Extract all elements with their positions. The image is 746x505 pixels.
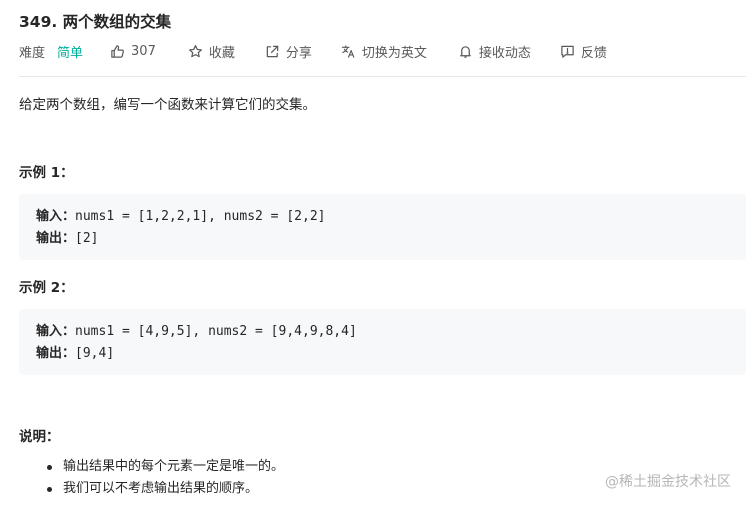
translate-icon xyxy=(341,44,355,58)
example-2-input-value: nums1 = [4,9,5], nums2 = [9,4,9,8,4] xyxy=(75,324,357,339)
share-button[interactable]: 分享 xyxy=(265,41,312,61)
feedback-label: 反馈 xyxy=(580,45,607,61)
list-item: 输出结果中的每个元素一定是唯一的。 xyxy=(19,456,284,478)
example-1-output-label: 输出： xyxy=(36,231,76,246)
bell-icon xyxy=(460,45,471,58)
star-icon xyxy=(188,44,202,57)
problem-toolbar: 难度 简单 307 收藏 分享 切换为英文 接收动态 反馈 xyxy=(19,41,746,61)
example-1-title: 示例 1： xyxy=(19,165,74,181)
favorite-label: 收藏 xyxy=(208,45,235,61)
subscribe-button[interactable]: 接收动态 xyxy=(458,41,531,61)
notes-title: 说明： xyxy=(19,429,60,445)
share-label: 分享 xyxy=(285,45,312,61)
watermark: @稀土掘金技术社区 xyxy=(605,474,731,490)
switch-language-label: 切换为英文 xyxy=(361,45,427,61)
header-divider xyxy=(19,76,746,77)
example-2-input-label: 输入： xyxy=(36,324,76,339)
notes-list: 输出结果中的每个元素一定是唯一的。 我们可以不考虑输出结果的顺序。 xyxy=(19,456,284,500)
thumbs-up-icon xyxy=(111,44,124,58)
difficulty-label: 难度 xyxy=(19,45,46,61)
example-2-title: 示例 2： xyxy=(19,280,74,296)
example-2-code-block: 输入：nums1 = [4,9,5], nums2 = [9,4,9,8,4] … xyxy=(19,309,746,375)
example-2-output-label: 输出： xyxy=(36,346,76,361)
example-1-input-value: nums1 = [1,2,2,1], nums2 = [2,2] xyxy=(75,209,326,224)
example-1-output-value: [2] xyxy=(75,231,99,246)
problem-description: 给定两个数组，编写一个函数来计算它们的交集。 xyxy=(19,97,316,113)
like-button[interactable]: 307 xyxy=(110,41,156,61)
difficulty-badge: 简单 xyxy=(57,45,84,61)
example-2-output-value: [9,4] xyxy=(75,346,115,361)
subscribe-label: 接收动态 xyxy=(478,45,531,61)
feedback-button[interactable]: 反馈 xyxy=(560,41,607,61)
share-icon xyxy=(266,45,279,57)
favorite-button[interactable]: 收藏 xyxy=(188,41,235,61)
feedback-icon xyxy=(561,45,574,58)
like-count: 307 xyxy=(131,43,156,59)
example-1-code-block: 输入：nums1 = [1,2,2,1], nums2 = [2,2] 输出：[… xyxy=(19,194,746,260)
example-2-input-line: 输入：nums1 = [4,9,5], nums2 = [9,4,9,8,4] xyxy=(36,321,729,343)
example-1-input-label: 输入： xyxy=(36,209,76,224)
switch-language-button[interactable]: 切换为英文 xyxy=(341,41,427,61)
problem-title: 349. 两个数组的交集 xyxy=(19,13,172,31)
list-item: 我们可以不考虑输出结果的顺序。 xyxy=(19,478,284,500)
example-1-input-line: 输入：nums1 = [1,2,2,1], nums2 = [2,2] xyxy=(36,206,729,228)
example-2-output-line: 输出：[9,4] xyxy=(36,343,729,365)
example-1-output-line: 输出：[2] xyxy=(36,228,729,250)
